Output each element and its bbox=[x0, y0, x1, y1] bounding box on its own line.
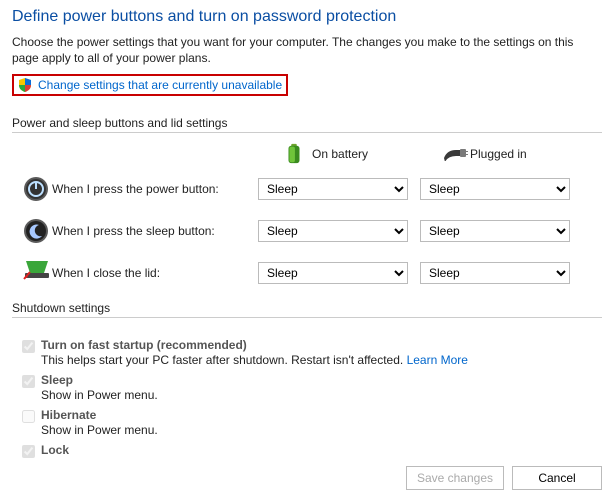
plugged-in-label: Plugged in bbox=[470, 147, 527, 161]
footer-buttons: Save changes Cancel bbox=[406, 466, 602, 490]
shutdown-section-header: Shutdown settings bbox=[12, 301, 602, 318]
sleep-button-battery-select[interactable]: Sleep bbox=[258, 220, 408, 242]
save-changes-button[interactable]: Save changes bbox=[406, 466, 504, 490]
fast-startup-checkbox[interactable] bbox=[22, 340, 35, 353]
lid-close-battery-select[interactable]: Sleep bbox=[258, 262, 408, 284]
lid-close-row: When I close the lid: Sleep Sleep bbox=[12, 259, 602, 287]
lock-title: Lock bbox=[41, 443, 69, 457]
hibernate-title: Hibernate bbox=[41, 408, 158, 422]
sleep-button-row: When I press the sleep button: Sleep Sle… bbox=[12, 217, 602, 245]
fast-startup-desc: This helps start your PC faster after sh… bbox=[41, 353, 468, 367]
sleep-item: Sleep Show in Power menu. bbox=[22, 373, 602, 402]
fast-startup-item: Turn on fast startup (recommended) This … bbox=[22, 338, 602, 367]
on-battery-label: On battery bbox=[312, 147, 368, 161]
sleep-checkbox[interactable] bbox=[22, 375, 35, 388]
page-title: Define power buttons and turn on passwor… bbox=[12, 8, 602, 26]
power-button-row: When I press the power button: Sleep Sle… bbox=[12, 175, 602, 203]
power-button-battery-select[interactable]: Sleep bbox=[258, 178, 408, 200]
sleep-title: Sleep bbox=[41, 373, 158, 387]
hibernate-checkbox[interactable] bbox=[22, 410, 35, 423]
sleep-button-icon bbox=[22, 217, 50, 245]
uac-shield-icon bbox=[18, 78, 32, 92]
column-headers: On battery Plugged in bbox=[12, 143, 602, 165]
power-button-label: When I press the power button: bbox=[52, 182, 258, 196]
power-button-plugged-select[interactable]: Sleep bbox=[420, 178, 570, 200]
lid-close-label: When I close the lid: bbox=[52, 266, 258, 280]
sleep-button-plugged-select[interactable]: Sleep bbox=[420, 220, 570, 242]
lock-item: Lock bbox=[22, 443, 602, 458]
cancel-button[interactable]: Cancel bbox=[512, 466, 602, 490]
sleep-button-label: When I press the sleep button: bbox=[52, 224, 258, 238]
change-settings-link[interactable]: Change settings that are currently unava… bbox=[38, 78, 282, 92]
plug-icon bbox=[442, 143, 462, 165]
learn-more-link[interactable]: Learn More bbox=[407, 353, 468, 367]
fast-startup-title: Turn on fast startup (recommended) bbox=[41, 338, 468, 352]
power-section-header: Power and sleep buttons and lid settings bbox=[12, 116, 602, 133]
laptop-lid-icon bbox=[22, 259, 50, 287]
hibernate-desc: Show in Power menu. bbox=[41, 423, 158, 437]
battery-icon bbox=[284, 143, 304, 165]
hibernate-item: Hibernate Show in Power menu. bbox=[22, 408, 602, 437]
lid-close-plugged-select[interactable]: Sleep bbox=[420, 262, 570, 284]
power-button-icon bbox=[22, 175, 50, 203]
lock-checkbox[interactable] bbox=[22, 445, 35, 458]
sleep-desc: Show in Power menu. bbox=[41, 388, 158, 402]
change-settings-highlight: Change settings that are currently unava… bbox=[12, 74, 288, 96]
page-intro: Choose the power settings that you want … bbox=[12, 34, 602, 66]
